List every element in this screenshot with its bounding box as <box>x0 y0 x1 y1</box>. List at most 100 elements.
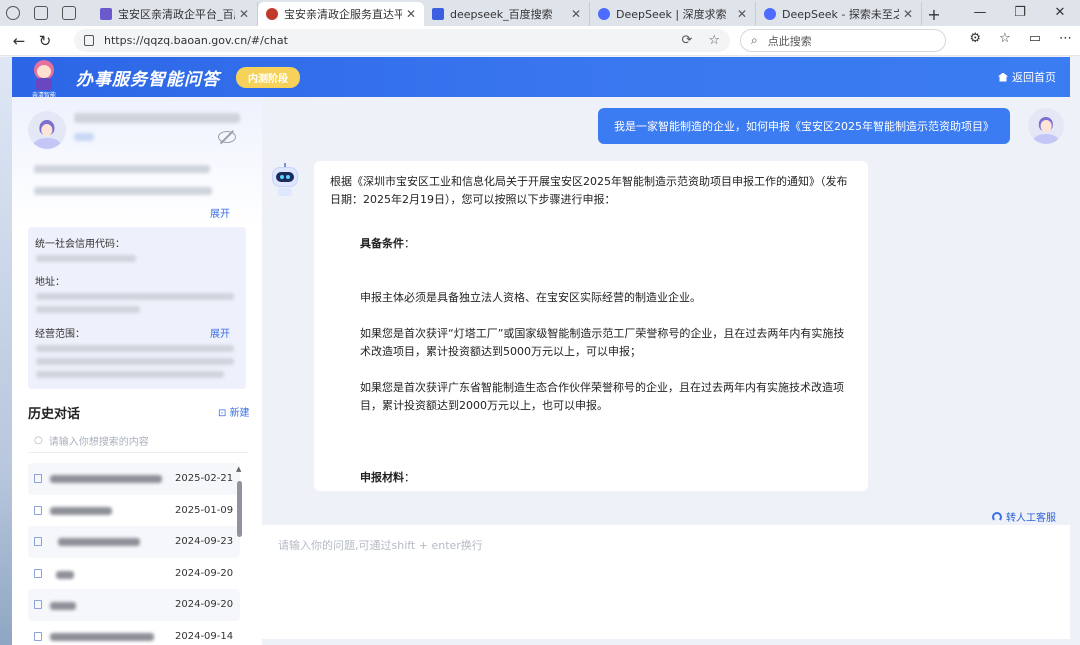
history-title: 历史对话 <box>28 407 81 422</box>
condition-para-2: 如果您是首次获评“灯塔工厂”或国家级智能制造示范工厂荣誉称号的企业，且在过去两年… <box>360 327 845 358</box>
scope-expand-link[interactable]: 展开 <box>210 325 230 340</box>
workspaces-icon[interactable] <box>34 6 48 20</box>
minimize-icon[interactable]: — <box>960 0 1000 26</box>
history-search-placeholder: 请输入你想搜索的内容 <box>48 437 149 448</box>
company-name-redacted <box>74 113 240 123</box>
browser-tab-bar: 宝安区亲清政企平台_百度搜索 ✕ 宝安亲清政企服务直达平台 ✕ deepseek… <box>0 0 1080 26</box>
browser-tab-4[interactable]: DeepSeek | 深度求索 ✕ <box>590 2 756 26</box>
extensions-icon[interactable]: ⚙ <box>969 31 981 46</box>
chat-icon <box>34 600 42 610</box>
history-scrollbar[interactable]: ▲ <box>236 463 244 643</box>
tab-title: DeepSeek - 探索未至之境 <box>782 8 899 21</box>
history-item[interactable]: 2025-02-21 <box>28 463 240 495</box>
back-icon[interactable]: ← <box>6 32 32 50</box>
hide-info-icon[interactable] <box>218 131 236 143</box>
chat-icon <box>34 505 42 515</box>
history-search-input[interactable]: ○ 请输入你想搜索的内容 <box>28 429 248 453</box>
address-redacted <box>36 293 234 300</box>
tab-title: DeepSeek | 深度求索 <box>616 8 727 21</box>
history-item[interactable]: 2025-01-09 <box>28 494 240 526</box>
scroll-thumb[interactable] <box>237 481 242 537</box>
company-card: 展开 <box>12 97 262 225</box>
tab-favicon <box>598 8 610 20</box>
tab-favicon <box>764 8 776 20</box>
beta-badge: 内测阶段 <box>236 66 300 88</box>
browser-toolbar: ⚙ ☆ ▭ ⋯ <box>969 31 1072 46</box>
bot-avatar <box>270 163 300 197</box>
new-chat-label: 新建 <box>229 408 250 419</box>
address-redacted <box>36 306 140 313</box>
bot-intro-text: 根据《深圳市宝安区工业和信息化局关于开展宝安区2025年智能制造示范资助项目申报… <box>330 175 848 206</box>
condition-para-3: 如果您是首次获评广东省智能制造生态合作伙伴荣誉称号的企业，且在过去两年内有实施技… <box>360 381 844 412</box>
headset-icon <box>992 511 1002 522</box>
chat-icon <box>34 474 42 484</box>
chat-panel: 我是一家智能制造的企业，如何申报《宝安区2025年智能制造示范资助项目》 根据《… <box>262 97 1070 525</box>
history-item[interactable]: 2024-09-23 <box>28 526 240 558</box>
chat-icon <box>34 631 42 641</box>
close-tab-icon[interactable]: ✕ <box>737 7 747 21</box>
credit-code-label: 统一社会信用代码： <box>35 239 125 250</box>
scope-redacted <box>36 358 234 365</box>
history-date: 2024-09-20 <box>175 599 234 611</box>
window-controls: — ❐ ✕ <box>960 0 1080 26</box>
history-item[interactable]: 2024-09-14 <box>28 620 240 645</box>
profile-icon[interactable] <box>6 6 20 20</box>
colon: ： <box>404 471 415 484</box>
browser-tab-5[interactable]: DeepSeek - 探索未至之境 ✕ <box>756 2 922 26</box>
bot-message-card: 根据《深圳市宝安区工业和信息化局关于开展宝安区2025年智能制造示范资助项目申报… <box>314 161 868 491</box>
browser-tab-1[interactable]: 宝安区亲清政企平台_百度搜索 ✕ <box>92 2 258 26</box>
scope-redacted <box>36 345 234 352</box>
chat-input[interactable]: 请输入你的问题,可通过shift + enter换行 <box>262 525 1070 639</box>
history-title-redacted <box>50 506 112 515</box>
close-tab-icon[interactable]: ✕ <box>406 7 416 21</box>
search-icon: ○ <box>34 435 43 446</box>
history-title-redacted <box>50 602 76 610</box>
new-tab-icon[interactable]: + <box>922 2 946 26</box>
return-home-link[interactable]: 返回首页 <box>998 69 1056 85</box>
transfer-agent-button[interactable]: 转人工客服 <box>992 509 1056 524</box>
history-title-redacted <box>58 538 140 546</box>
user-avatar <box>1028 108 1064 144</box>
favorite-star-icon[interactable]: ☆ <box>708 33 720 48</box>
split-screen-icon[interactable]: ▭ <box>1029 31 1041 46</box>
history-date: 2024-09-14 <box>175 630 234 642</box>
history-title-redacted <box>50 475 162 483</box>
condition-para-1: 申报主体必须是具备独立法人资格、在宝安区实际经营的制造业企业。 <box>360 291 701 304</box>
close-tab-icon[interactable]: ✕ <box>903 7 913 21</box>
close-tab-icon[interactable]: ✕ <box>571 7 581 21</box>
lock-icon <box>84 35 94 46</box>
history-item[interactable]: 2024-09-20 <box>28 589 240 621</box>
history-list: 2025-02-21 2025-01-09 2024-09-23 2024-09… <box>28 463 240 645</box>
close-window-icon[interactable]: ✕ <box>1040 0 1080 26</box>
company-info-box: 统一社会信用代码： 地址： 经营范围： 展开 <box>28 227 246 389</box>
scope-redacted <box>36 371 224 378</box>
tab-title: deepseek_百度搜索 <box>450 8 553 21</box>
chat-input-placeholder: 请输入你的问题,可通过shift + enter换行 <box>278 539 483 552</box>
history-item[interactable]: 2024-09-20 <box>28 557 240 589</box>
tab-favicon <box>266 8 278 20</box>
chat-icon <box>34 537 42 547</box>
more-menu-icon[interactable]: ⋯ <box>1059 31 1072 46</box>
restore-icon[interactable]: ❐ <box>1000 0 1040 26</box>
app-title: 办事服务智能问答 <box>76 69 220 90</box>
history-title-redacted <box>50 632 154 641</box>
favorites-icon[interactable]: ☆ <box>999 31 1011 46</box>
history-date: 2025-02-21 <box>175 473 234 485</box>
tab-actions-icon[interactable] <box>62 6 76 20</box>
transfer-agent-label: 转人工客服 <box>1006 513 1056 524</box>
search-icon: ⌕ <box>751 33 758 47</box>
conditions-heading: 具备条件： <box>360 235 854 253</box>
translate-icon[interactable]: ⟳ <box>681 33 692 48</box>
browser-search-field[interactable]: ⌕ 点此搜索 <box>740 29 946 52</box>
new-chat-button[interactable]: ⊡ 新建 <box>218 404 250 419</box>
history-date: 2025-01-09 <box>175 504 234 516</box>
scroll-up-icon[interactable]: ▲ <box>236 465 241 473</box>
search-placeholder: 点此搜索 <box>767 34 812 48</box>
browser-tab-3[interactable]: deepseek_百度搜索 ✕ <box>424 2 590 26</box>
refresh-icon[interactable]: ↻ <box>32 32 58 50</box>
company-expand-link[interactable]: 展开 <box>210 205 230 220</box>
close-tab-icon[interactable]: ✕ <box>239 7 249 21</box>
browser-tab-2[interactable]: 宝安亲清政企服务直达平台 ✕ <box>258 2 424 26</box>
url-field[interactable]: https://qqzq.baoan.gov.cn/#/chat ⟳ ☆ <box>74 29 730 52</box>
colon: ： <box>404 237 415 250</box>
